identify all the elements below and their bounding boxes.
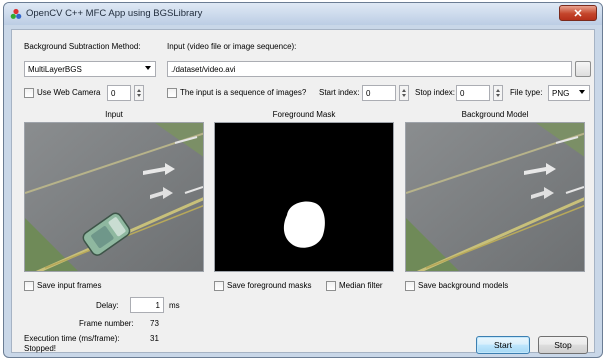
input-frame-image (25, 123, 203, 271)
webcam-index-value: 0 (111, 89, 116, 98)
save-input-label: Save input frames (37, 281, 102, 290)
start-index-spinner[interactable] (399, 85, 409, 101)
frame-number-label: Frame number: (79, 319, 134, 328)
method-select[interactable]: MultiLayerBGS (24, 61, 156, 77)
spin-up-icon (137, 89, 141, 92)
spin-down-icon (496, 94, 500, 97)
foreground-mask-view (214, 122, 394, 272)
start-index-field[interactable]: 0 (362, 85, 396, 101)
file-type-value: PNG (552, 89, 570, 98)
spin-up-icon (402, 89, 406, 92)
stop-index-field[interactable]: 0 (456, 85, 490, 101)
close-button[interactable]: ✕ (559, 5, 597, 21)
window-title: OpenCV C++ MFC App using BGSLibrary (26, 8, 203, 19)
foreground-panel-title: Foreground Mask (272, 110, 336, 119)
webcam-index-spinner[interactable] (134, 85, 144, 101)
median-filter-checkbox[interactable] (326, 281, 336, 291)
webcam-index-field[interactable]: 0 (107, 85, 131, 101)
close-icon: ✕ (573, 8, 583, 20)
dialog-client-area: Background Subtraction Method: Input (vi… (11, 29, 595, 354)
input-path-value: ./dataset/video.avi (171, 65, 236, 74)
median-filter-label: Median filter (339, 281, 383, 290)
file-type-select[interactable]: PNG (548, 85, 590, 101)
stop-index-value: 0 (460, 89, 465, 98)
exec-time-value: 31 (150, 334, 159, 343)
background-model-image (406, 123, 584, 271)
spin-down-icon (137, 94, 141, 97)
stop-index-label: Stop index: (415, 88, 456, 97)
input-label: Input (video file or image sequence): (167, 42, 297, 51)
save-background-label: Save background models (418, 281, 509, 290)
chevron-down-icon (579, 90, 585, 94)
webcam-checkbox[interactable] (24, 88, 34, 98)
input-path-field[interactable]: ./dataset/video.avi (167, 61, 572, 77)
foreground-mask-image (215, 123, 393, 271)
start-index-value: 0 (366, 89, 371, 98)
file-type-label: File type: (510, 88, 543, 97)
app-icon (10, 8, 22, 19)
input-panel-title: Input (105, 110, 123, 119)
status-text: Stopped! (24, 344, 57, 353)
start-button[interactable]: Start (476, 336, 530, 354)
spin-down-icon (402, 94, 406, 97)
delay-field[interactable]: 1 (130, 297, 164, 313)
browse-button[interactable] (575, 61, 591, 77)
title-bar[interactable]: OpenCV C++ MFC App using BGSLibrary ✕ (4, 3, 602, 25)
spin-up-icon (496, 89, 500, 92)
sequence-checkbox[interactable] (167, 88, 177, 98)
background-panel-title: Background Model (461, 110, 529, 119)
stop-index-spinner[interactable] (493, 85, 503, 101)
background-model-view (405, 122, 585, 272)
save-input-checkbox[interactable] (24, 281, 34, 291)
delay-unit: ms (169, 301, 180, 310)
delay-label: Delay: (96, 301, 119, 310)
method-label: Background Subtraction Method: (24, 42, 141, 51)
save-foreground-checkbox[interactable] (214, 281, 224, 291)
webcam-label: Use Web Camera (37, 88, 101, 97)
method-value: MultiLayerBGS (28, 65, 82, 74)
exec-time-label: Execution time (ms/frame): (24, 334, 120, 343)
sequence-label: The input is a sequence of images? (180, 88, 307, 97)
stop-button[interactable]: Stop (538, 336, 588, 354)
app-window: OpenCV C++ MFC App using BGSLibrary ✕ Ba… (3, 2, 603, 358)
save-foreground-label: Save foreground masks (227, 281, 312, 290)
start-index-label: Start index: (319, 88, 360, 97)
input-frame-view (24, 122, 204, 272)
delay-value: 1 (155, 301, 160, 310)
save-background-checkbox[interactable] (405, 281, 415, 291)
chevron-down-icon (145, 66, 151, 70)
frame-number-value: 73 (150, 319, 159, 328)
